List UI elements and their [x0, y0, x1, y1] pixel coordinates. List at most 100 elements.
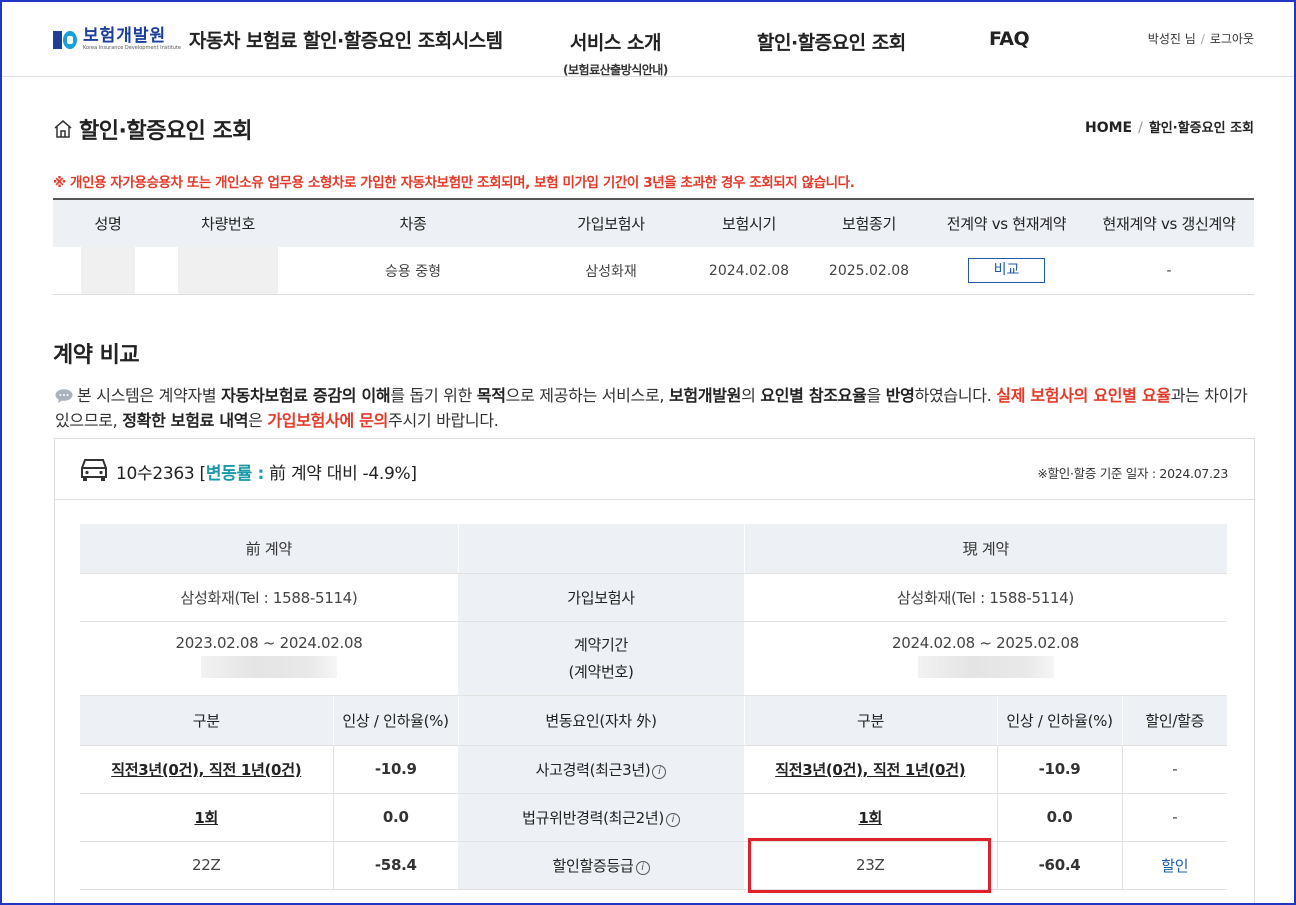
vehicle-table: 성명 차량번호 차종 가입보험사 보험시기 보험종기 전계약 vs 현재계약 현…	[53, 198, 1254, 295]
change-bracket-close: ]	[410, 464, 417, 484]
breadcrumb-home[interactable]: HOME	[1085, 120, 1132, 136]
nav-faq[interactable]: FAQ	[989, 28, 1030, 50]
prev-period-cell: 2023.02.08 ~ 2024.02.08	[80, 621, 458, 696]
table-row: 22Z -58.4 할인할증등급 i 23Z -60.4 할인	[80, 841, 1227, 890]
redacted-prev-contract-no	[201, 656, 337, 678]
highlight-box	[748, 838, 991, 893]
info-icon[interactable]: i	[652, 764, 667, 779]
factor-header-effect: 할인/할증	[1121, 694, 1227, 746]
prev-period: 2023.02.08 ~ 2024.02.08	[175, 634, 363, 652]
insurer-label: 가입보험사	[458, 573, 744, 622]
curr-rate: -60.4	[996, 841, 1122, 890]
desc-text: 하였습니다.	[914, 386, 997, 405]
breadcrumb: HOME / 할인·할증요인 조회	[1085, 120, 1254, 136]
nav-service-intro[interactable]: 서비스 소개 (보험료산출방식안내)	[563, 28, 668, 78]
col-header-prev-vs-curr: 전계약 vs 현재계약	[929, 198, 1084, 247]
cell-end-date: 2025.02.08	[809, 247, 929, 295]
desc-bold: 반영	[885, 386, 915, 405]
factor-header-factor: 변동요인(자차 外)	[457, 694, 744, 746]
desc-text: 의	[741, 386, 761, 405]
col-header-plate: 차량번호	[163, 198, 293, 247]
curr-accident-history[interactable]: 직전3년(0건), 직전 1년(0건)	[775, 761, 965, 779]
factor-label: 법규위반경력(최근2년)	[522, 808, 664, 827]
change-label: 변동률 :	[205, 464, 265, 484]
factor-label-cell: 할인할증등급 i	[458, 841, 744, 890]
curr-period-cell: 2024.02.08 ~ 2025.02.08	[744, 621, 1227, 696]
factor-label-cell: 법규위반경력(최근2년) i	[458, 793, 744, 842]
prev-insurer: 삼성화재(Tel : 1588-5114)	[80, 573, 458, 622]
desc-bold: 정확한 보험료 내역	[122, 411, 249, 430]
section-title: 계약 비교	[53, 343, 140, 368]
redacted-curr-contract-no	[917, 656, 1054, 678]
desc-text: 본 시스템은 계약자별	[77, 386, 222, 405]
desc-text: 으로 제공하는 서비스로,	[505, 386, 669, 405]
factor-header-curr-rate: 인상 / 인하율(%)	[996, 694, 1122, 746]
col-header-insurer: 가입보험사	[533, 198, 689, 247]
nav-service-intro-sub: (보험료산출방식안내)	[563, 63, 668, 77]
cell-start-date: 2024.02.08	[689, 247, 809, 295]
info-icon[interactable]: i	[665, 812, 680, 827]
breadcrumb-current: 할인·할증요인 조회	[1148, 121, 1254, 136]
curr-violation-count[interactable]: 1회	[858, 809, 882, 827]
period-label: 계약기간	[573, 636, 628, 654]
prev-contract-header: 前 계약	[80, 524, 458, 574]
compare-button[interactable]: 비교	[968, 258, 1045, 283]
col-header-end: 보험종기	[809, 198, 929, 247]
table-row: 1회 0.0 법규위반경력(최근2년) i 1회 0.0 -	[80, 793, 1227, 842]
site-logo[interactable]: 보험개발원 Korea Insurance Development Instit…	[53, 26, 503, 53]
nav-service-intro-label: 서비스 소개	[569, 32, 662, 54]
page-title: 할인·할증요인 조회	[79, 119, 252, 144]
curr-period: 2024.02.08 ~ 2025.02.08	[892, 634, 1079, 652]
blank-header	[457, 524, 745, 574]
prev-rate: -58.4	[332, 841, 458, 890]
plate-change-info: 10수2363 [변동률 : 前 계약 대비 -4.9%]	[116, 459, 417, 484]
col-header-start: 보험시기	[689, 198, 809, 247]
page-title-area: 할인·할증요인 조회	[53, 113, 252, 145]
cell-car-type: 승용 중형	[293, 247, 533, 295]
home-icon	[54, 120, 72, 138]
contract-no-label: (계약번호)	[568, 663, 634, 681]
redacted-name	[81, 247, 135, 294]
effect: -	[1121, 793, 1227, 842]
kidi-logo-icon	[53, 29, 79, 51]
prev-violation-count[interactable]: 1회	[194, 809, 218, 827]
info-icon[interactable]: i	[635, 860, 650, 875]
nav-factor-lookup[interactable]: 할인·할증요인 조회	[757, 28, 906, 55]
change-text: 前 계약 대비 -4.9%	[269, 464, 411, 484]
prev-accident-history[interactable]: 직전3년(0건), 직전 1년(0건)	[111, 761, 301, 779]
redacted-plate	[178, 247, 278, 294]
col-header-car-type: 차종	[293, 198, 533, 247]
prev-grade: 22Z	[80, 841, 333, 890]
effect: -	[1121, 745, 1227, 794]
desc-warning: 실제 보험사의 요인별 요율	[996, 386, 1171, 405]
user-name: 박성진 님	[1147, 32, 1196, 46]
desc-warning: 가입보험사에 문의	[267, 411, 389, 430]
desc-bold: 보험개발원	[668, 386, 742, 405]
curr-insurer: 삼성화재(Tel : 1588-5114)	[744, 573, 1227, 622]
curr-rate: 0.0	[996, 793, 1122, 842]
col-header-curr-vs-renew: 현재계약 vs 갱신계약	[1084, 198, 1254, 247]
desc-text: 주시기 바랍니다.	[388, 411, 499, 430]
logo-korean-text: 보험개발원	[83, 26, 167, 46]
table-row: 승용 중형 삼성화재 2024.02.08 2025.02.08 비교 -	[53, 247, 1254, 295]
desc-bold: 목적	[476, 386, 506, 405]
car-icon	[81, 459, 107, 481]
desc-bold: 자동차보험료 증감의 이해	[221, 386, 391, 405]
period-label-cell: 계약기간 (계약번호)	[458, 621, 744, 696]
nav-factor-lookup-label: 할인·할증요인 조회	[757, 32, 906, 54]
nav-faq-label: FAQ	[989, 28, 1030, 50]
contract-compare-table: 前 계약 現 계약 삼성화재(Tel : 1588-5114) 가입보험사 삼성…	[80, 524, 1227, 890]
logout-link[interactable]: 로그아웃	[1210, 32, 1254, 46]
desc-text: 은	[248, 411, 268, 430]
prev-rate: -10.9	[332, 745, 458, 794]
desc-text: 를 돕기 위한	[390, 386, 477, 405]
effect: 할인	[1121, 841, 1227, 890]
factor-header-prev-rate: 인상 / 인하율(%)	[332, 694, 458, 746]
factor-label-cell: 사고경력(최근3년) i	[458, 745, 744, 794]
curr-contract-header: 現 계약	[744, 524, 1227, 574]
table-row: 직전3년(0건), 직전 1년(0건) -10.9 사고경력(최근3년) i 직전…	[80, 745, 1227, 794]
reference-date: ※할인·할증 기준 일자 : 2024.07.23	[1037, 466, 1228, 481]
notice-text: ※ 개인용 자가용승용차 또는 개인소유 업무용 소형차로 가입한 자동차보험만…	[53, 175, 855, 191]
contract-compare-box: 10수2363 [변동률 : 前 계약 대비 -4.9%] ※할인·할증 기준 …	[54, 438, 1255, 905]
user-area: 박성진 님 / 로그아웃	[1147, 32, 1254, 46]
